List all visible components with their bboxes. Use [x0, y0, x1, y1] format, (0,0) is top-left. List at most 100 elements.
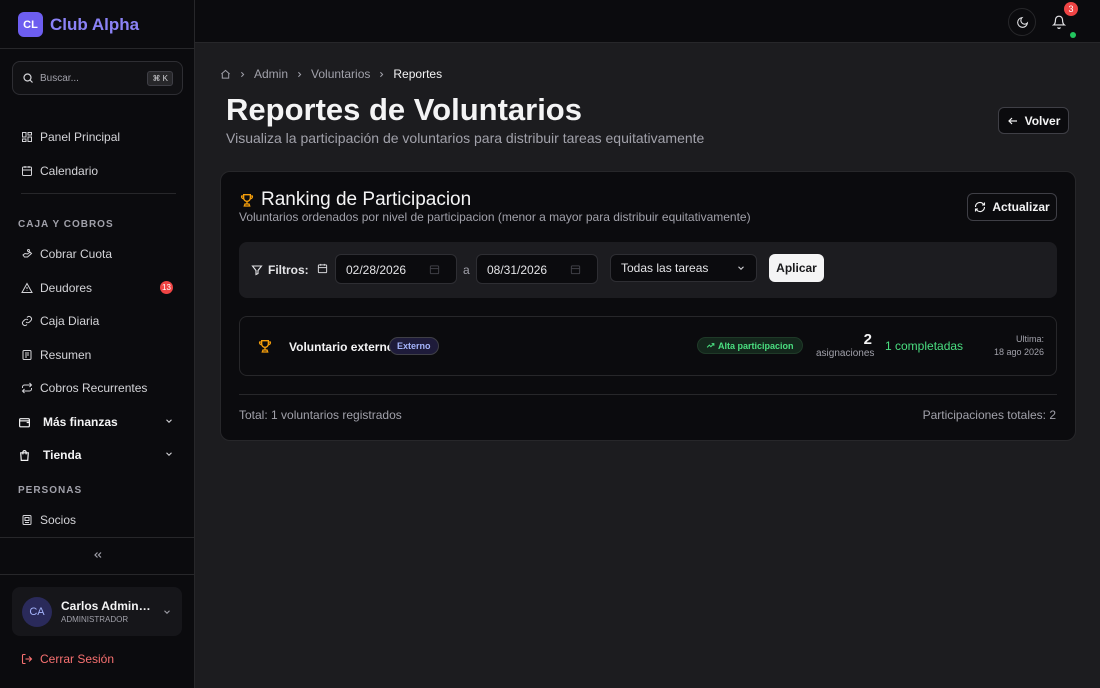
- sidebar-item-label: Panel Principal: [40, 130, 121, 144]
- arrow-left-icon: [1007, 115, 1019, 127]
- id-card-icon: [21, 514, 33, 526]
- list-item[interactable]: Voluntario externo Externo Alta particip…: [239, 316, 1057, 376]
- task-select[interactable]: Todas las tareas: [610, 254, 757, 282]
- chevron-down-icon: [162, 607, 172, 617]
- search-icon: [22, 72, 34, 84]
- chevron-right-icon: [295, 70, 304, 79]
- date-from-input[interactable]: 02/28/2026: [335, 254, 457, 284]
- sidebar-item-label: Cobrar Cuota: [40, 247, 113, 261]
- brand-logo: CL: [18, 12, 43, 37]
- assignments-count: 2 asignaciones: [816, 331, 875, 359]
- sidebar-group-tienda[interactable]: Tienda: [18, 447, 172, 463]
- sidebar-item-label: Caja Diaria: [40, 314, 100, 328]
- last-participation-label: Ultima:: [1015, 334, 1044, 344]
- collapse-sidebar-icon[interactable]: [92, 549, 104, 561]
- sidebar-separator: [21, 193, 176, 194]
- calendar-icon: [21, 165, 33, 177]
- page-subtitle: Visualiza la participación de voluntario…: [226, 130, 705, 146]
- back-button-label: Volver: [1024, 113, 1061, 128]
- section-label-personas: PERSONAS: [18, 485, 83, 496]
- sidebar-group-label: Tienda: [43, 448, 82, 462]
- sidebar-item-socios[interactable]: Socios: [21, 512, 76, 528]
- refresh-icon: [974, 201, 986, 213]
- user-role: ADMINISTRADOR: [61, 615, 129, 624]
- shopping-bag-icon: [18, 449, 31, 462]
- assignments-number: 2: [863, 331, 872, 348]
- sidebar-item-deudores[interactable]: Deudores: [21, 280, 92, 296]
- sidebar-item-label: Socios: [40, 513, 77, 527]
- link-icon: [21, 315, 33, 327]
- sidebar-divider: [0, 574, 195, 575]
- date-range-separator: a: [463, 263, 470, 277]
- theme-toggle-button[interactable]: [1008, 8, 1036, 36]
- volunteer-type-badge: Externo: [389, 337, 439, 355]
- breadcrumb: Admin Voluntarios Reportes: [220, 67, 442, 81]
- date-to-value: 08/31/2026: [487, 263, 548, 277]
- chevron-right-icon: [377, 70, 386, 79]
- logout-label: Cerrar Sesión: [40, 652, 115, 666]
- ranking-card: Ranking de Participacion Voluntarios ord…: [220, 171, 1076, 441]
- assignments-label: asignaciones: [816, 348, 875, 359]
- ranking-title-text: Ranking de Participacion: [261, 189, 472, 210]
- search-shortcut: ⌘ K: [147, 70, 173, 86]
- filter-icon: [251, 264, 263, 276]
- sidebar-group-label: Más finanzas: [43, 415, 118, 429]
- sidebar-item-cobrar-cuota[interactable]: Cobrar Cuota: [21, 246, 112, 262]
- date-picker-icon: [570, 265, 581, 275]
- date-to-input[interactable]: 08/31/2026: [476, 254, 598, 284]
- apply-button[interactable]: Aplicar: [769, 254, 824, 282]
- filters-label: Filtros:: [251, 263, 309, 277]
- debtors-count-badge: 13: [160, 281, 173, 294]
- sidebar-item-resumen[interactable]: Resumen: [21, 347, 91, 363]
- task-select-value: Todas las tareas: [621, 261, 709, 275]
- chevron-down-icon: [164, 416, 174, 426]
- brand[interactable]: CL Club Alpha: [18, 12, 139, 37]
- chevron-right-icon: [238, 70, 247, 79]
- sidebar-group-mas-finanzas[interactable]: Más finanzas: [18, 414, 172, 430]
- sidebar-item-cobros-recurrentes[interactable]: Cobros Recurrentes: [21, 380, 147, 396]
- user-menu[interactable]: CA Carlos Administrador ADMINISTRADOR: [12, 587, 182, 636]
- repeat-icon: [21, 382, 33, 394]
- sidebar-item-label: Resumen: [40, 348, 92, 362]
- moon-icon: [1016, 16, 1029, 29]
- card-divider: [239, 394, 1057, 395]
- logout-icon: [21, 653, 33, 665]
- chevron-down-icon: [736, 263, 746, 273]
- completed-count: 1 completadas: [885, 339, 964, 353]
- sidebar: CL Club Alpha Buscar... ⌘ K Panel Princi…: [0, 0, 195, 688]
- ranking-subtitle: Voluntarios ordenados por nivel de parti…: [239, 210, 751, 224]
- trophy-icon: [239, 192, 255, 208]
- dashboard-icon: [21, 131, 33, 143]
- breadcrumb-admin[interactable]: Admin: [254, 67, 288, 81]
- sidebar-item-label: Calendario: [40, 164, 99, 178]
- volunteer-name: Voluntario externo: [289, 340, 395, 354]
- wallet-icon: [18, 416, 31, 429]
- topbar: 3: [195, 0, 1100, 43]
- home-icon[interactable]: [220, 69, 231, 80]
- breadcrumb-reportes: Reportes: [393, 67, 443, 81]
- user-name: Carlos Administrador: [61, 599, 153, 613]
- participation-level-label: Alta participacion: [718, 340, 794, 351]
- avatar: CA: [22, 596, 52, 627]
- online-status-dot: [1070, 32, 1076, 38]
- search-input[interactable]: Buscar... ⌘ K: [12, 61, 183, 95]
- search-placeholder: Buscar...: [40, 72, 79, 84]
- refresh-button[interactable]: Actualizar: [967, 193, 1057, 221]
- chevron-down-icon: [164, 449, 174, 459]
- trophy-icon: [257, 338, 273, 354]
- sidebar-item-calendario[interactable]: Calendario: [21, 163, 98, 179]
- date-picker-icon: [429, 265, 440, 275]
- user-info: Carlos Administrador ADMINISTRADOR: [61, 599, 153, 624]
- section-label-caja: CAJA Y COBROS: [18, 219, 114, 230]
- notifications-count-badge: 3: [1064, 2, 1078, 16]
- sidebar-divider: [0, 48, 195, 49]
- logout-button[interactable]: Cerrar Sesión: [21, 652, 114, 666]
- sidebar-item-caja-diaria[interactable]: Caja Diaria: [21, 313, 99, 329]
- sidebar-item-panel-principal[interactable]: Panel Principal: [21, 129, 120, 145]
- bell-icon: [1052, 15, 1066, 29]
- hand-coins-icon: [21, 248, 33, 260]
- sidebar-item-label: Deudores: [40, 281, 93, 295]
- total-volunteers: Total: 1 voluntarios registrados: [239, 408, 402, 422]
- breadcrumb-voluntarios[interactable]: Voluntarios: [311, 67, 370, 81]
- back-button[interactable]: Volver: [998, 107, 1069, 134]
